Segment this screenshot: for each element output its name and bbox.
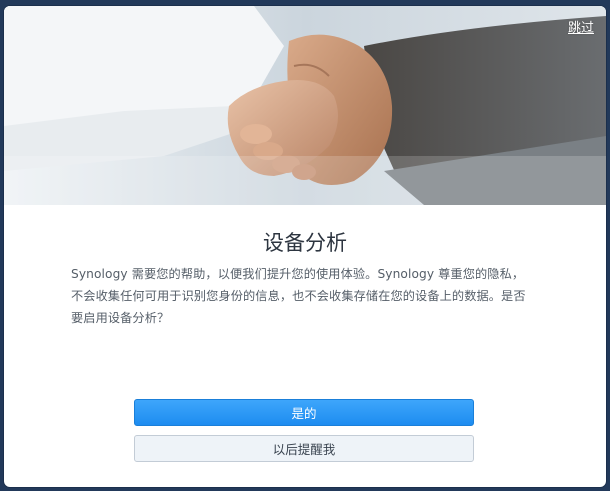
dialog-description: Synology 需要您的帮助，以便我们提升您的使用体验。Synology 尊重… [71,267,526,325]
dialog-title: 设备分析 [263,231,347,255]
handshake-illustration [4,6,606,205]
hero-image-handshake: 跳过 [4,6,606,205]
skip-link[interactable]: 跳过 [568,17,594,36]
remind-later-button[interactable]: 以后提醒我 [134,435,474,462]
yes-button[interactable]: 是的 [134,399,474,426]
device-analytics-dialog: 跳过 设备分析 Synology 需要您的帮助，以便我们提升您的使用体验。Syn… [4,6,606,487]
